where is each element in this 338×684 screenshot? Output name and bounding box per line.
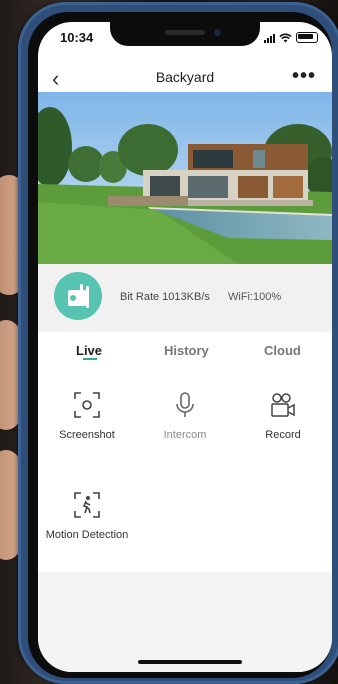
camera-info-bar: Bit Rate 1013KB/s WiFi:100% bbox=[38, 264, 332, 332]
live-video-feed[interactable] bbox=[38, 92, 332, 264]
screenshot-icon bbox=[74, 392, 100, 418]
camera-device-icon bbox=[54, 272, 102, 320]
battery-icon bbox=[296, 32, 318, 43]
video-camera-icon bbox=[271, 393, 295, 417]
action-grid: Screenshot Intercom Record Motion Detect… bbox=[38, 372, 332, 572]
more-dots-icon[interactable]: ••• bbox=[292, 65, 316, 88]
screenshot-button[interactable]: Screenshot bbox=[38, 372, 136, 472]
finger bbox=[0, 320, 20, 430]
empty-area bbox=[38, 572, 332, 672]
page-title: Backyard bbox=[155, 69, 215, 85]
wifi-icon bbox=[279, 33, 292, 42]
status-icons bbox=[264, 32, 318, 43]
bitrate-text: Bit Rate 1013KB/s bbox=[120, 291, 210, 303]
record-label: Record bbox=[265, 429, 301, 441]
microphone-icon bbox=[176, 392, 194, 417]
tab-cloud[interactable]: Cloud bbox=[264, 343, 301, 358]
tab-history[interactable]: History bbox=[164, 343, 209, 358]
home-indicator[interactable] bbox=[138, 660, 242, 664]
status-bar: 10:34 bbox=[60, 30, 318, 46]
backyard-camera-image bbox=[38, 92, 332, 264]
tab-bar: Live History Cloud bbox=[38, 332, 332, 372]
motion-detection-label: Motion Detection bbox=[45, 529, 129, 541]
motion-detection-button[interactable]: Motion Detection bbox=[38, 472, 136, 572]
intercom-label: Intercom bbox=[163, 429, 207, 441]
wifi-strength-text: WiFi:100% bbox=[228, 291, 282, 303]
tab-live[interactable]: Live bbox=[76, 343, 102, 358]
status-time: 10:34 bbox=[60, 30, 94, 45]
signal-icon bbox=[264, 33, 275, 43]
nav-bar: ‹ Backyard ••• bbox=[38, 62, 332, 92]
active-tab-indicator bbox=[83, 358, 97, 360]
finger bbox=[0, 450, 20, 560]
motion-detection-icon bbox=[74, 492, 100, 518]
intercom-button[interactable]: Intercom bbox=[136, 372, 234, 472]
record-button[interactable]: Record bbox=[234, 372, 332, 472]
app-screen: 10:34 ‹ Backyard ••• Bit Rate 1013KB/s W… bbox=[38, 22, 332, 672]
screenshot-label: Screenshot bbox=[59, 429, 115, 441]
